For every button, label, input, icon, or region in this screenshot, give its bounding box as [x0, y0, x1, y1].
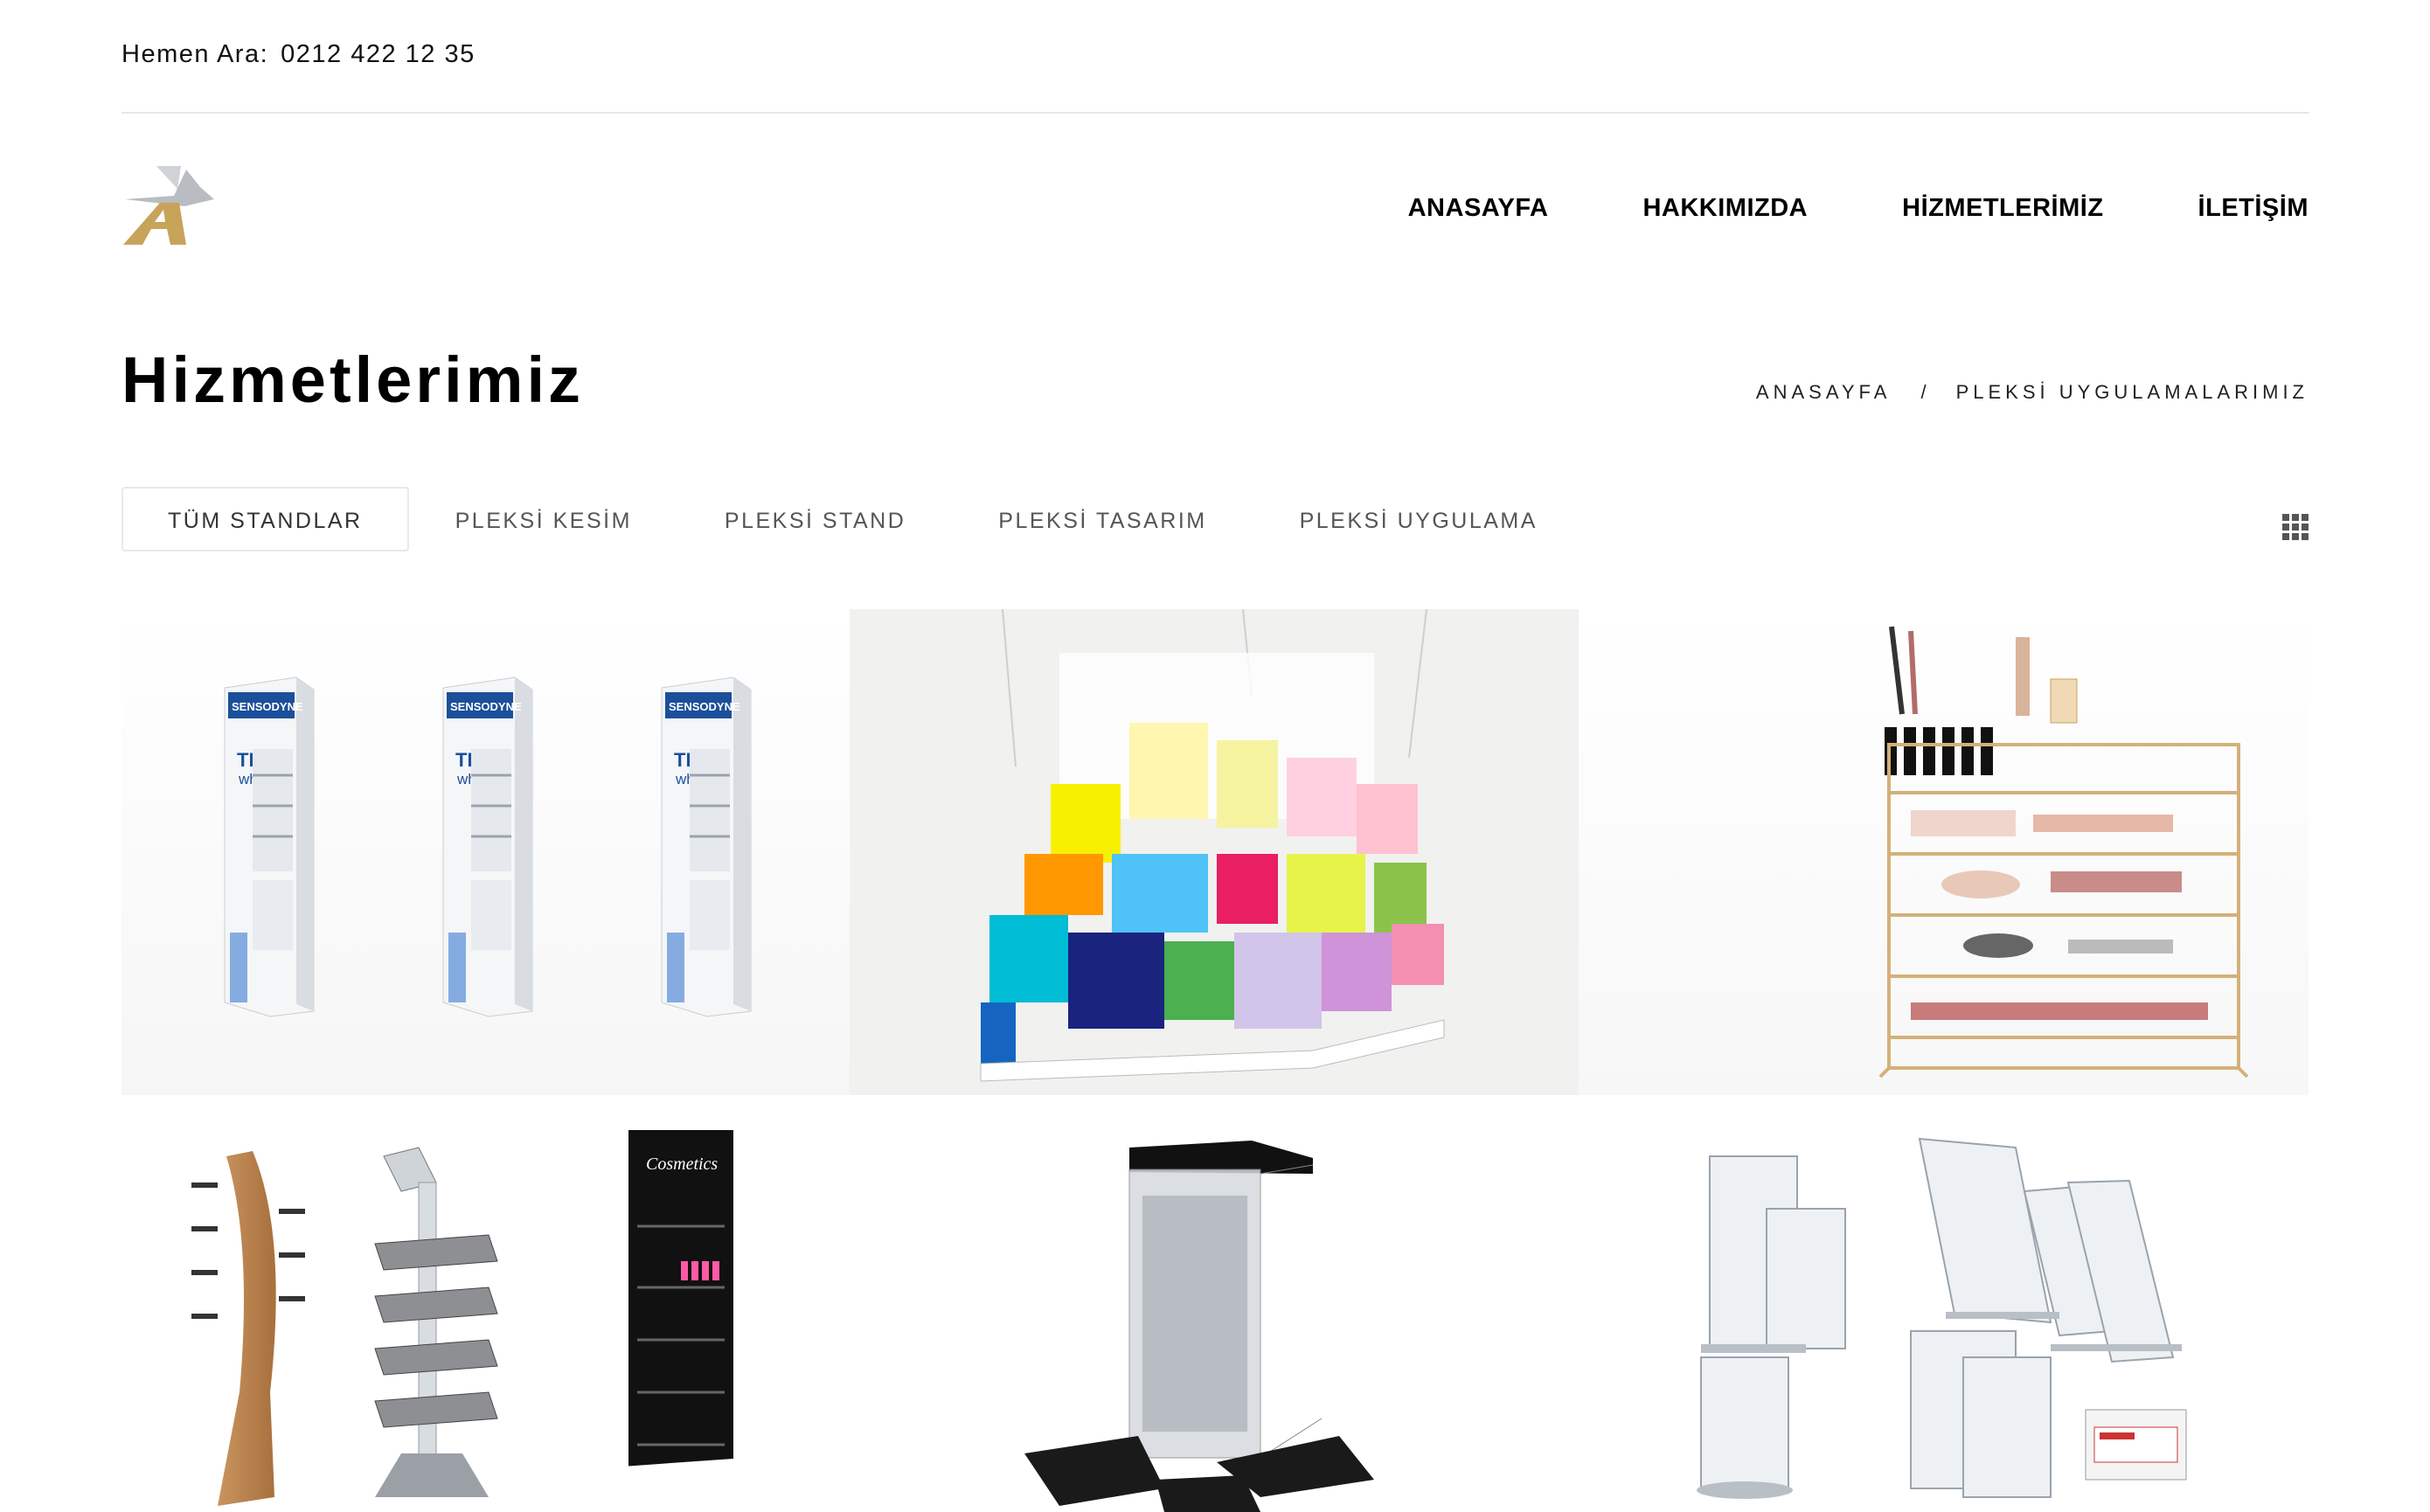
stand-brand-text: SENSODYNE: [232, 700, 303, 713]
gallery-item-sensodyne-stands[interactable]: SENSODYNE TRUE white: [122, 609, 850, 1095]
filter-pleksi-stand[interactable]: PLEKSİ STAND: [678, 487, 952, 551]
makeup-organizer-image: [1579, 609, 2308, 1095]
breadcrumb-home[interactable]: ANASAYFA: [1756, 381, 1892, 404]
brochure-holder-image: [850, 1130, 1579, 1512]
filter-pleksi-tasarim[interactable]: PLEKSİ TASARIM: [952, 487, 1253, 551]
breadcrumb-separator: /: [1920, 381, 1927, 403]
portfolio-filters: TÜM STANDLAR PLEKSİ KESİM PLEKSİ STAND P…: [122, 487, 1584, 551]
filter-pleksi-uygulama[interactable]: PLEKSİ UYGULAMA: [1253, 487, 1584, 551]
gallery-item-brochure-holder[interactable]: [850, 1130, 1579, 1512]
gallery-item-sign-holders[interactable]: [1579, 1130, 2308, 1512]
stand-cosmetics-text: Cosmetics: [646, 1155, 718, 1174]
page-title: Hizmetlerimiz: [122, 343, 585, 416]
gallery-item-makeup-organizer[interactable]: [1579, 609, 2308, 1095]
call-label: Hemen Ara:: [122, 40, 269, 68]
gallery-item-cosmetics-stands[interactable]: Cosmetics: [122, 1130, 850, 1512]
filter-tum-standlar[interactable]: TÜM STANDLAR: [122, 487, 409, 551]
grid-view-icon[interactable]: [2282, 514, 2308, 540]
breadcrumb: ANASAYFA / PLEKSİ UYGULAMALARIMIZ: [1756, 381, 2308, 404]
breadcrumb-current: PLEKSİ UYGULAMALARIMIZ: [1955, 381, 2308, 403]
product-gallery: SENSODYNE TRUE white: [122, 609, 2308, 1512]
header-divider: [122, 112, 2308, 114]
sign-holders-image: [1579, 1130, 2308, 1512]
filter-pleksi-kesim[interactable]: PLEKSİ KESİM: [409, 487, 678, 551]
top-contact-bar: Hemen Ara: 0212 422 12 35: [122, 40, 476, 69]
plexi-cube-image: [850, 609, 1579, 1095]
gallery-item-plexi-cube[interactable]: [850, 609, 1579, 1095]
eagle-logo-icon[interactable]: [122, 164, 218, 246]
main-nav: ANASAYFA HAKKIMIZDA HİZMETLERİMİZ İLETİŞ…: [1408, 194, 2308, 223]
nav-hakkimizda[interactable]: HAKKIMIZDA: [1642, 194, 1808, 223]
nav-hizmetlerimiz[interactable]: HİZMETLERİMİZ: [1902, 194, 2103, 223]
phone-number[interactable]: 0212 422 12 35: [281, 40, 476, 68]
nav-anasayfa[interactable]: ANASAYFA: [1408, 194, 1549, 223]
nav-iletisim[interactable]: İLETİŞİM: [2198, 194, 2308, 223]
sensodyne-stands-image: SENSODYNE TRUE white: [122, 609, 850, 1095]
cosmetics-stands-image: Cosmetics: [122, 1130, 850, 1512]
